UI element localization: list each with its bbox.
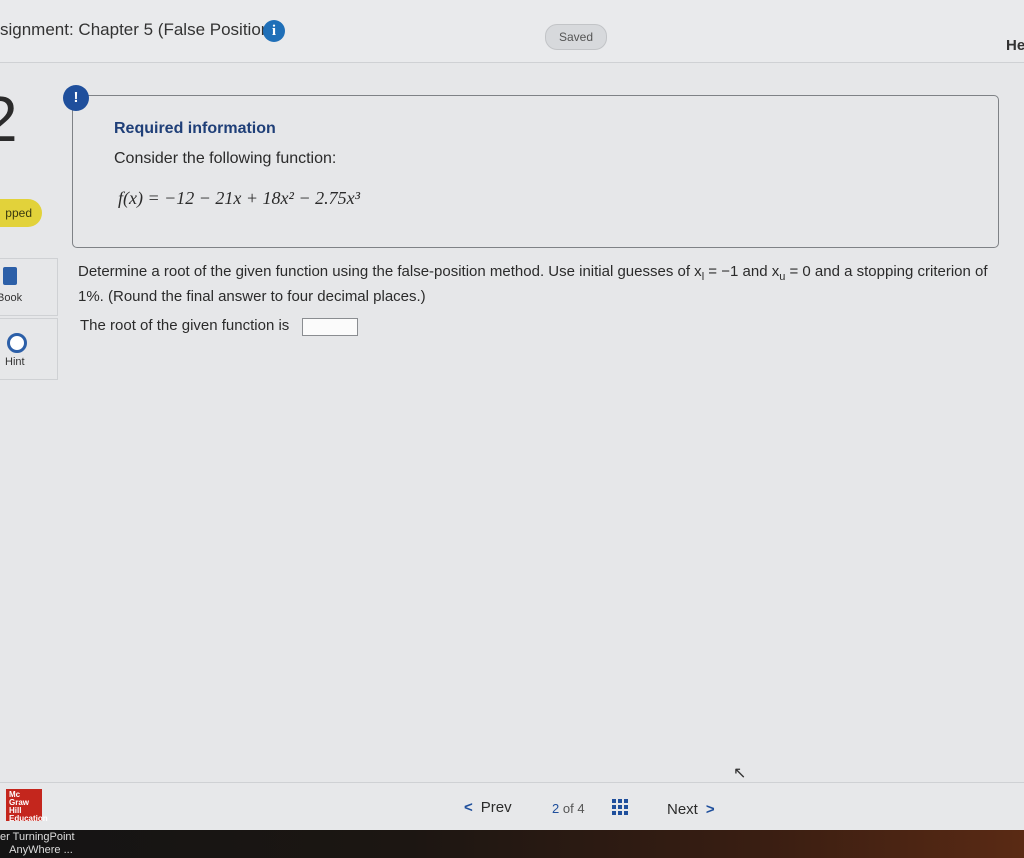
page-current: 2 [552,801,560,816]
root-answer-input[interactable] [302,318,358,336]
info-icon[interactable]: i [263,20,285,42]
required-info-text: Consider the following function: [114,150,337,167]
page-indicator[interactable]: 2 of 4 [552,801,585,816]
mcgraw-hill-logo: Mc Graw Hill Education [6,789,48,823]
answer-label: The root of the given function is [80,317,290,334]
book-icon [3,267,17,285]
assignment-title: signment: Chapter 5 (False Position) [0,20,276,39]
question-text-part: = −1 and x [704,263,780,280]
next-label: Next [667,801,698,818]
alert-icon: ! [63,85,89,111]
question-status-badge: pped [0,199,42,227]
saved-status-badge: Saved [545,24,607,50]
cursor-icon: ↖ [733,765,747,782]
question-prompt: Determine a root of the given function u… [78,262,1008,307]
ebook-label: Book [0,292,23,304]
next-button[interactable]: Next > [667,801,715,818]
hint-label: Hint [5,356,25,368]
chevron-left-icon: < [464,799,473,816]
lifebuoy-icon [7,333,27,353]
hint-button[interactable]: Hint [0,318,58,380]
taskbar-label-line2: AnyWhere ... [9,844,73,856]
page-total: 4 [577,801,585,816]
question-footer [0,782,1024,831]
prev-button[interactable]: < Prev [464,799,512,816]
chevron-right-icon: > [705,801,715,818]
taskbar-app-turningpoint[interactable]: er TurningPoint AnyWhere ... [0,831,75,857]
grid-icon[interactable] [612,799,630,817]
required-info-box [72,95,999,248]
page-of: of [562,801,574,816]
help-link[interactable]: He [1006,37,1024,54]
required-info-title: Required information [114,120,276,137]
function-equation: f(x) = −12 − 21x + 18x² − 2.75x³ [118,188,360,208]
os-taskbar [0,830,1024,858]
question-number: 2 [0,82,18,156]
ebook-button[interactable]: Book [0,258,58,316]
taskbar-label-line1: er TurningPoint [0,831,75,843]
question-text-part: Determine a root of the given function u… [78,263,702,280]
prev-label: Prev [480,799,512,816]
